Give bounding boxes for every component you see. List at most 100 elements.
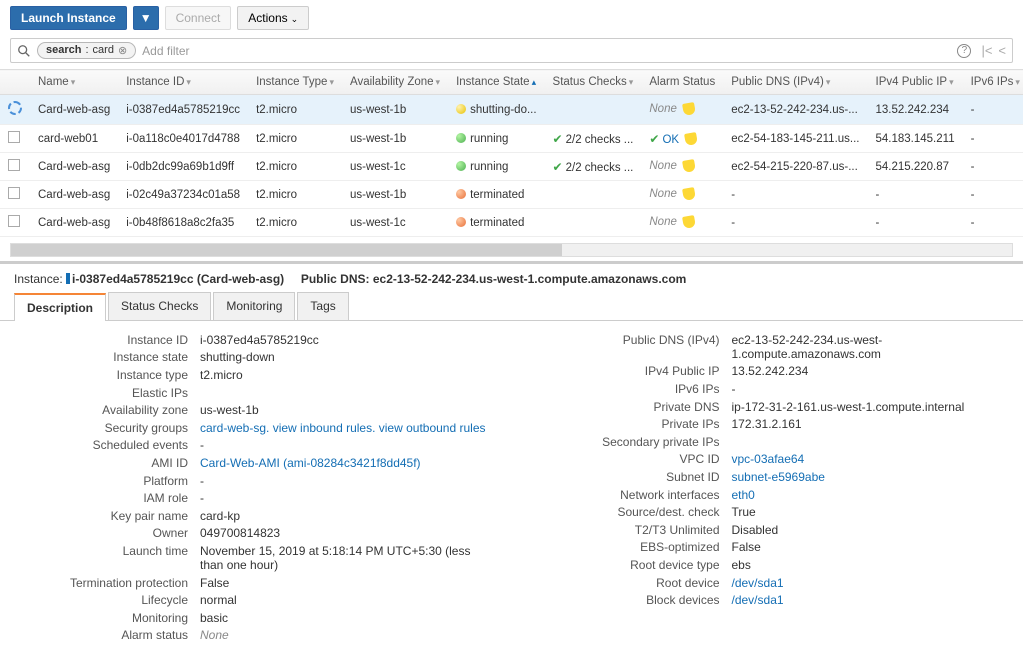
connect-button: Connect	[165, 6, 232, 30]
cell-type: t2.micro	[248, 95, 342, 125]
state-dot-icon	[456, 104, 466, 114]
cell-type: t2.micro	[248, 125, 342, 153]
detail-value: ebs	[732, 558, 751, 572]
cell-ipv4: -	[868, 209, 963, 237]
detail-key: Alarm status	[20, 628, 200, 642]
table-row[interactable]: Card-web-asgi-02c49a37234c01a58t2.microu…	[0, 181, 1023, 209]
table-row[interactable]: Card-web-asgi-0db2dc99a69b1d9fft2.microu…	[0, 153, 1023, 181]
cell-dns: ec2-54-215-220-87.us-...	[723, 153, 867, 181]
cell-az: us-west-1b	[342, 181, 448, 209]
detail-key: Elastic IPs	[20, 386, 200, 400]
detail-row: Platform-	[20, 472, 492, 490]
detail-key: Network interfaces	[532, 488, 732, 502]
alarm-bell-icon[interactable]	[682, 103, 696, 117]
cell-name: Card-web-asg	[30, 153, 118, 181]
table-row[interactable]: Card-web-asgi-0b48f8618a8c2fa35t2.microu…	[0, 209, 1023, 237]
detail-key: Owner	[20, 526, 200, 540]
detail-key: Instance ID	[20, 333, 200, 347]
cell-state: shutting-do...	[470, 104, 536, 116]
detail-value[interactable]: subnet-e5969abe	[732, 470, 825, 484]
launch-instance-button[interactable]: Launch Instance	[10, 6, 127, 30]
row-checkbox[interactable]	[8, 215, 20, 227]
detail-value[interactable]: card-web-sg. view inbound rules. view ou…	[200, 421, 486, 435]
detail-key: Private DNS	[532, 400, 732, 414]
detail-value: shutting-down	[200, 350, 275, 364]
detail-value[interactable]: /dev/sda1	[732, 576, 784, 590]
col-state[interactable]: Instance State▴	[448, 70, 544, 95]
scroll-thumb[interactable]	[11, 244, 562, 256]
page-prev-icon[interactable]: <	[998, 43, 1006, 58]
detail-value: False	[732, 540, 761, 554]
detail-value: card-kp	[200, 509, 240, 523]
tab-monitoring[interactable]: Monitoring	[213, 292, 295, 320]
row-checkbox[interactable]	[8, 187, 20, 199]
col-alarm[interactable]: Alarm Status	[641, 70, 723, 95]
filter-bar[interactable]: search: card ⊗ Add filter ? |< <	[10, 38, 1013, 63]
detail-row: Secondary private IPs	[532, 433, 1004, 451]
col-name[interactable]: Name▾	[30, 70, 118, 95]
detail-row: Monitoringbasic	[20, 609, 492, 627]
tab-tags[interactable]: Tags	[297, 292, 348, 320]
detail-value[interactable]: eth0	[732, 488, 755, 502]
detail-row: Root device typeebs	[532, 556, 1004, 574]
col-az[interactable]: Availability Zone▾	[342, 70, 448, 95]
cell-ipv4: 54.215.220.87	[868, 153, 963, 181]
tab-status-checks[interactable]: Status Checks	[108, 292, 211, 320]
col-instance-id[interactable]: Instance ID▾	[118, 70, 248, 95]
row-checkbox[interactable]	[8, 131, 20, 143]
instances-table: Name▾ Instance ID▾ Instance Type▾ Availa…	[0, 69, 1023, 237]
detail-key: Scheduled events	[20, 438, 200, 452]
detail-value: 049700814823	[200, 526, 280, 540]
col-ipv6[interactable]: IPv6 IPs▾	[963, 70, 1023, 95]
state-dot-icon	[456, 217, 466, 227]
detail-key: Public DNS (IPv4)	[532, 333, 732, 361]
tab-description[interactable]: Description	[14, 293, 106, 321]
alarm-status[interactable]: OK	[662, 134, 679, 146]
detail-key: IAM role	[20, 491, 200, 505]
detail-key: Root device type	[532, 558, 732, 572]
close-icon[interactable]: ⊗	[118, 44, 127, 57]
page-first-icon[interactable]: |<	[981, 43, 992, 58]
alarm-bell-icon[interactable]	[682, 188, 696, 202]
cell-ipv6: -	[963, 95, 1023, 125]
actions-button[interactable]: Actions⌄	[237, 6, 309, 30]
table-row[interactable]: Card-web-asgi-0387ed4a5785219cct2.microu…	[0, 95, 1023, 125]
launch-instance-dropdown[interactable]: ▼	[133, 6, 159, 30]
check-ok-icon: ✔	[649, 132, 659, 146]
filter-chip[interactable]: search: card ⊗	[37, 42, 136, 59]
detail-key: Source/dest. check	[532, 505, 732, 519]
detail-row: Security groupscard-web-sg. view inbound…	[20, 419, 492, 437]
cell-az: us-west-1b	[342, 95, 448, 125]
detail-row: Private IPs172.31.2.161	[532, 415, 1004, 433]
detail-value[interactable]: /dev/sda1	[732, 593, 784, 607]
detail-value: basic	[200, 611, 228, 625]
detail-value[interactable]: Card-Web-AMI (ami-08284c3421f8dd45f)	[200, 456, 421, 470]
row-checkbox[interactable]	[8, 159, 20, 171]
help-icon[interactable]: ?	[957, 44, 971, 58]
col-ipv4[interactable]: IPv4 Public IP▾	[868, 70, 963, 95]
horizontal-scrollbar[interactable]	[10, 243, 1013, 257]
detail-row: IPv4 Public IP13.52.242.234	[532, 363, 1004, 381]
detail-value[interactable]: vpc-03afae64	[732, 452, 805, 466]
detail-key: VPC ID	[532, 452, 732, 466]
detail-row: Public DNS (IPv4)ec2-13-52-242-234.us-we…	[532, 331, 1004, 363]
col-dns[interactable]: Public DNS (IPv4)▾	[723, 70, 867, 95]
detail-row: Elastic IPs	[20, 384, 492, 402]
col-checks[interactable]: Status Checks▾	[545, 70, 642, 95]
detail-row: EBS-optimizedFalse	[532, 539, 1004, 557]
col-instance-type[interactable]: Instance Type▾	[248, 70, 342, 95]
cell-state: terminated	[470, 189, 524, 201]
alarm-bell-icon[interactable]	[685, 133, 699, 147]
table-row[interactable]: card-web01i-0a118c0e4017d4788t2.microus-…	[0, 125, 1023, 153]
cell-id: i-0db2dc99a69b1d9ff	[118, 153, 248, 181]
detail-row: Scheduled events-	[20, 437, 492, 455]
detail-key: IPv6 IPs	[532, 382, 732, 396]
add-filter-input[interactable]: Add filter	[142, 44, 189, 58]
detail-key: AMI ID	[20, 456, 200, 470]
alarm-bell-icon[interactable]	[682, 216, 696, 230]
detail-value: normal	[200, 593, 237, 607]
alarm-status: None	[649, 161, 677, 173]
checks-text: 2/2 checks ...	[566, 162, 634, 174]
alarm-bell-icon[interactable]	[682, 160, 696, 174]
detail-key: Key pair name	[20, 509, 200, 523]
